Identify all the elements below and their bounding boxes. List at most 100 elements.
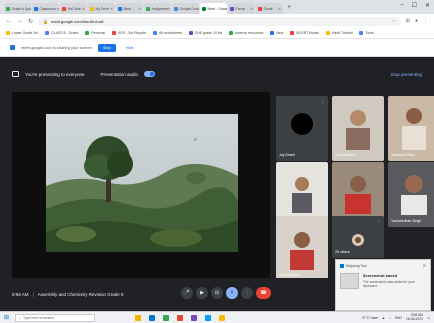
tab-close-icon[interactable]: ✕ [109,7,113,11]
tab-label: YouTube [67,6,81,11]
maximize-button[interactable]: ☐ [412,2,417,9]
more-options-icon[interactable]: ⋮ [241,287,253,299]
microphone-icon[interactable]: 🎤 [181,287,193,299]
taskbar-app-icon[interactable] [177,314,184,321]
bookmark-favicon-icon [270,31,275,35]
browser-tab[interactable]: Gmail ✕ [256,3,283,14]
browser-tab[interactable]: My Drive ✕ [88,3,115,14]
close-icon[interactable]: ✕ [423,263,426,268]
network-icon[interactable]: ▲ [382,316,385,320]
weather-text: 27°C Haze [361,315,378,320]
participant-name: Yashvardhan Singh [391,219,422,223]
bookmark-item[interactable]: CHS grade 10 list [188,31,222,35]
taskbar-app-icon[interactable] [219,314,226,321]
search-placeholder: Type here to search [23,315,54,320]
bookmark-favicon-icon [112,31,117,35]
presenting-label: You're presenting to everyone [25,71,85,77]
browser-tab[interactable]: Classroom ✕ [32,3,59,14]
tab-close-icon[interactable]: ✕ [137,7,141,11]
tab-close-icon[interactable]: ✕ [169,7,171,11]
tile-options-icon[interactable]: ⋮ [377,165,381,170]
bookmark-item[interactable]: Tools [359,31,374,35]
language-indicator[interactable]: ENG [395,316,402,320]
presented-landscape-image [46,114,238,252]
bookmark-item[interactable]: Hindi Tutorial [326,31,352,35]
tile-options-icon[interactable]: ⋮ [321,99,325,104]
taskbar-clock[interactable]: 9:58 AM 18-08-2021 [406,313,423,321]
participant-video [276,216,328,281]
screenshot-notification[interactable]: Snipping Tool ✕ Screenshot saved The scr… [335,259,431,311]
hide-infobar-button[interactable]: Hide [122,44,138,52]
presentation-audio-label: Presentation audio [100,71,139,77]
reload-icon[interactable]: ↻ [28,18,33,25]
bookmark-item[interactable]: CLASS 8 - Grade [45,31,78,35]
browser-tab[interactable]: YouTube ✕ [60,3,87,14]
bookmark-favicon-icon [326,31,331,35]
browser-tab[interactable]: Forms ✕ [228,3,255,14]
tile-options-icon[interactable]: ⋮ [321,165,325,170]
taskbar-app-icon[interactable] [149,314,156,321]
tab-close-icon[interactable]: ✕ [277,7,281,11]
presentation-audio-toggle[interactable] [144,71,156,77]
bookmark-favicon-icon [290,31,295,35]
tab-close-icon[interactable]: ✕ [249,7,253,11]
taskbar-search-box[interactable]: ⌕ Type here to search [15,313,96,322]
stop-sharing-button[interactable]: Stop [97,43,116,52]
leave-call-icon[interactable]: ☎ [256,287,271,299]
tab-close-icon[interactable]: ✕ [56,7,59,11]
bookmark-label: science resources [235,31,264,35]
bookmark-favicon-icon [229,31,234,35]
participant-tile[interactable]: ⋮Yashvardhan Singh [388,162,434,227]
address-row: ← → ↻ 🔒 meet.google.com/hiw-fkrd-sdf ☆ ⊞… [0,14,434,28]
windows-start-icon[interactable]: ⊞ [4,314,9,321]
notification-center-icon[interactable]: ▭ [427,316,430,320]
bookmark-item[interactable]: APS - Sci Physics [112,31,146,35]
bookmark-item[interactable]: All worksheets [153,31,182,35]
browser-tab[interactable]: Meet - Grade 8✕ [200,3,227,14]
new-tab-button[interactable]: + [287,4,291,11]
profile-avatar-icon[interactable]: ● [415,18,418,24]
close-window-button[interactable]: ✕ [425,2,430,9]
taskbar-app-icon[interactable] [205,314,212,321]
browser-tab[interactable]: Meet ✕ [116,3,143,14]
tab-favicon-icon [146,6,150,11]
tile-options-icon[interactable]: ⋮ [377,219,381,224]
participant-tile[interactable]: ⋮ Jay Waghela [276,216,328,281]
tile-options-icon[interactable]: ⋮ [377,99,381,104]
extension-icon[interactable]: ⊞ [406,18,410,24]
tab-favicon-icon [230,6,234,11]
bookmark-label: All worksheets [159,31,182,35]
address-bar[interactable]: 🔒 meet.google.com/hiw-fkrd-sdf ☆ [38,16,401,26]
star-icon[interactable]: ☆ [392,18,396,24]
browser-tab[interactable]: Assignment✕ [144,3,171,14]
menu-dots-icon[interactable]: ⋮ [423,18,428,24]
notification-app-name: Snipping Tool [346,263,367,268]
participant-tile[interactable]: ⋮ Jay Bharti [276,96,328,161]
taskbar-app-icon[interactable] [191,314,198,321]
present-now-icon[interactable]: ⇧ [226,287,238,299]
bookmark-item[interactable]: New [270,31,283,35]
tab-close-icon[interactable]: ✕ [81,7,85,11]
camera-icon[interactable]: ▶ [196,287,208,299]
notification-header: Snipping Tool ✕ [336,260,430,271]
taskbar-app-icon[interactable] [135,314,142,321]
forward-arrow-icon[interactable]: → [17,18,23,24]
stop-presenting-button[interactable]: Stop presenting [390,72,422,77]
minimize-button[interactable]: – [400,2,403,9]
participant-tile[interactable]: ⋮Vaishnavi Rathi [388,96,434,161]
bookmark-item[interactable]: science resources [229,31,263,35]
taskbar-app-icon[interactable] [163,314,170,321]
volume-icon[interactable]: ♪ [389,316,391,320]
participant-tile[interactable]: ⋮ 25 others [332,216,384,258]
system-tray: 27°C Haze ▲ ♪ ENG 9:58 AM 18-08-2021 ▭ [361,313,430,321]
tile-options-icon[interactable]: ⋮ [321,219,325,224]
bookmark-item[interactable]: Lower Grade Sci [6,31,38,35]
bookmark-item[interactable]: Personal [85,31,105,35]
bookmark-item[interactable]: NCERT Books [290,31,319,35]
tab-label: Google Docs [179,6,200,11]
captions-icon[interactable]: ⊟ [211,287,223,299]
back-arrow-icon[interactable]: ← [6,18,12,24]
participant-tile[interactable]: ⋮ Aditi Sharma [332,96,384,161]
browser-tab[interactable]: Grade 6 Quiz✕ [4,3,31,14]
browser-tab[interactable]: Google Docs ✕ [172,3,199,14]
